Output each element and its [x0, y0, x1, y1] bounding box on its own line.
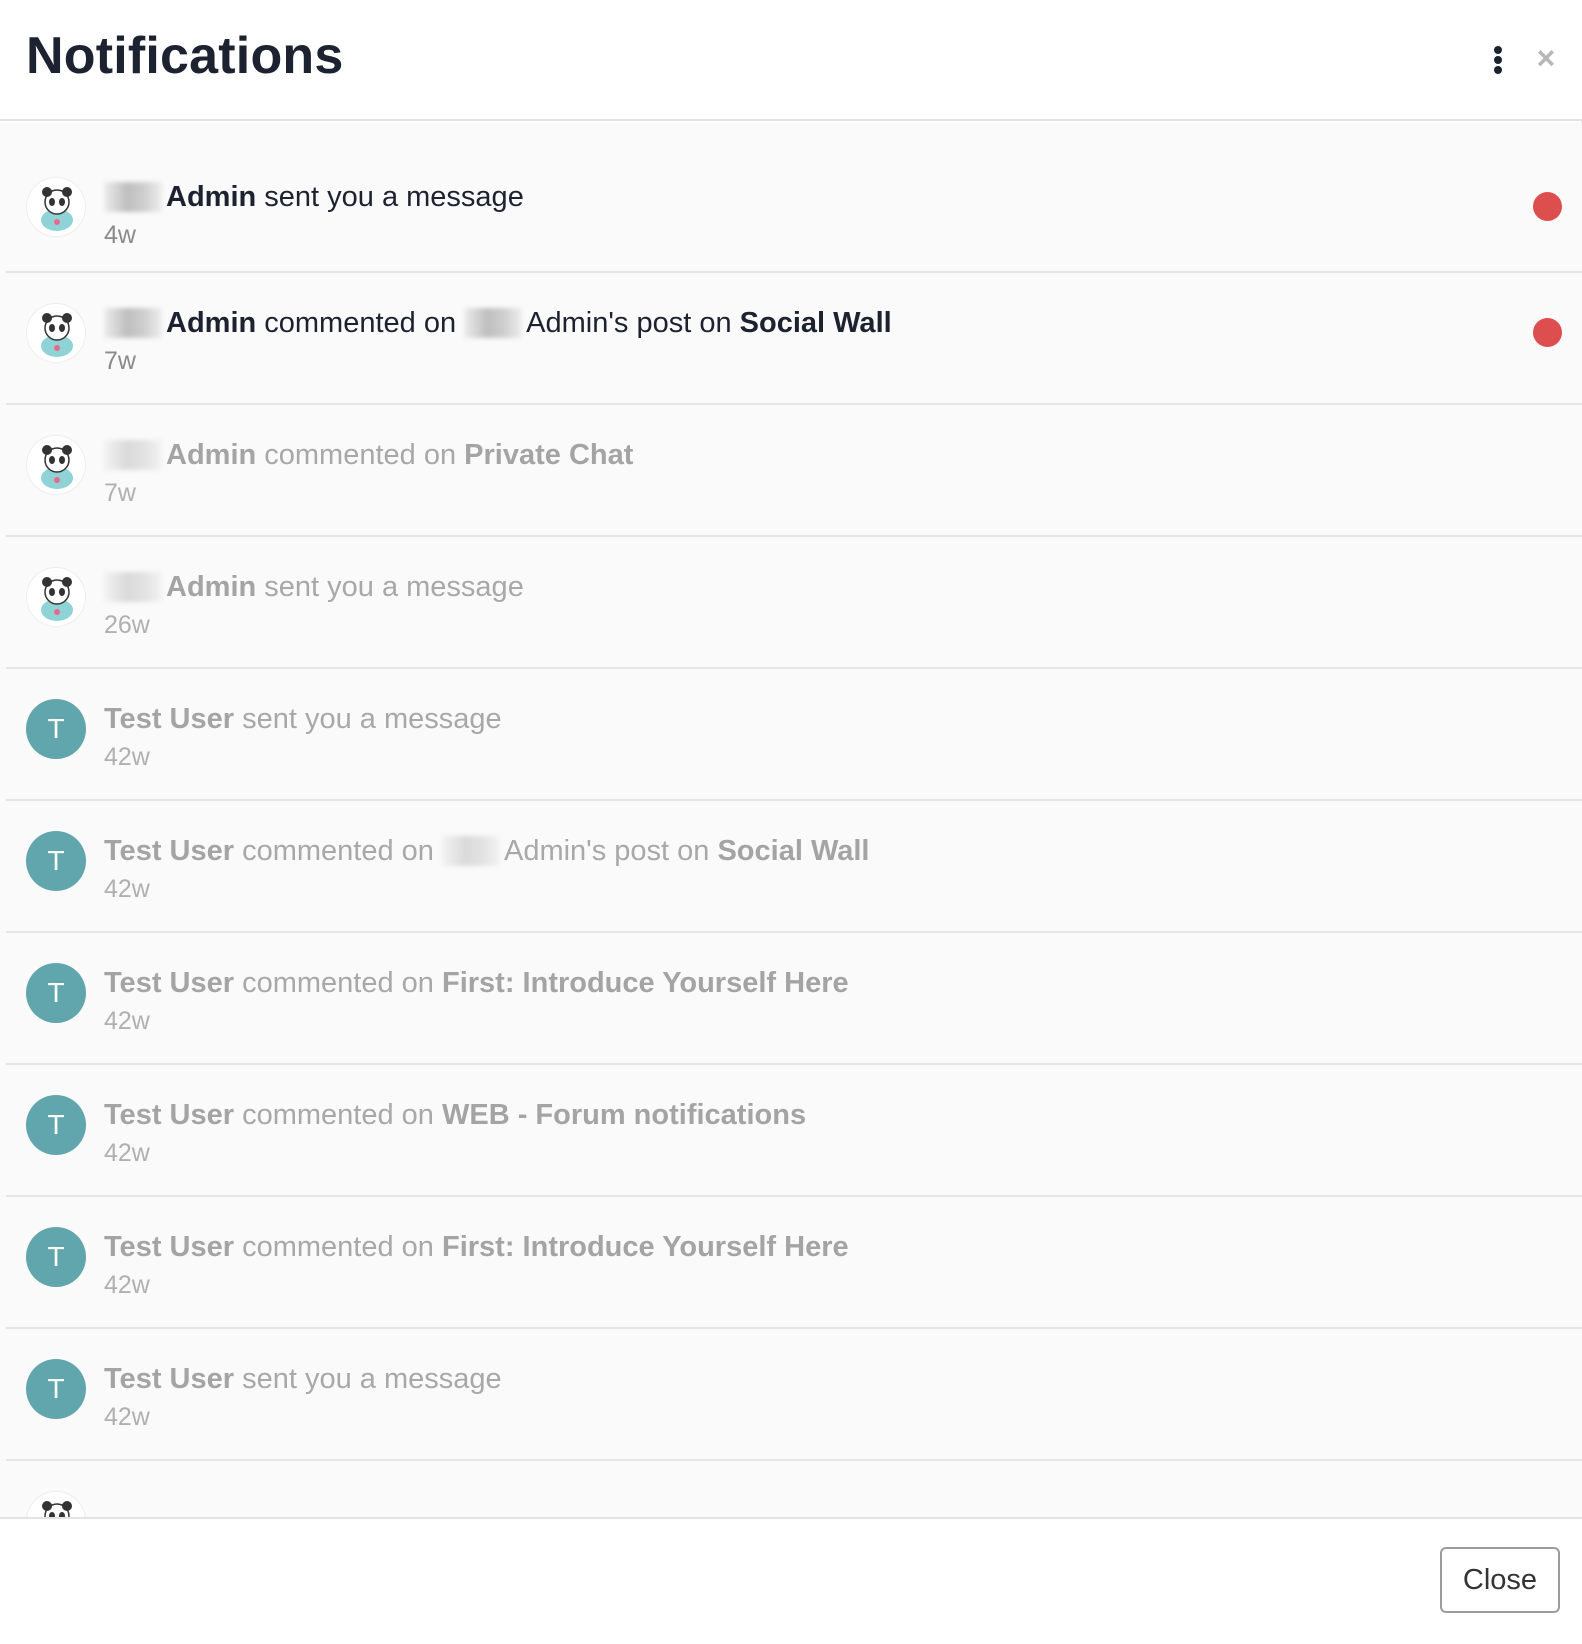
action-text: sent you a message	[234, 703, 502, 735]
actor-name: Test User	[104, 967, 235, 999]
action-text: sent you a message	[256, 181, 524, 213]
letter-avatar: T	[26, 1359, 86, 1419]
target-owner: Admin's post on	[526, 307, 740, 339]
panda-avatar	[26, 435, 86, 495]
actor-name: Test User	[104, 703, 235, 735]
actor-name: Test User	[104, 1231, 235, 1263]
actor-name: Test User	[104, 1363, 235, 1395]
panda-avatar	[26, 1491, 86, 1517]
notifications-modal: Notifications × Admin sent you a message…	[0, 0, 1582, 1644]
target-link[interactable]: Social Wall	[740, 307, 892, 339]
target-link[interactable]: First: Introduce Yourself Here	[442, 967, 849, 999]
action-text: sent you a message	[256, 571, 524, 603]
redacted-name	[464, 308, 523, 338]
actor-name: Admin	[166, 571, 257, 603]
actor-name: Test User	[104, 835, 235, 867]
action-text: sent you a message	[234, 1363, 502, 1395]
letter-avatar: T	[26, 1095, 86, 1155]
letter-avatar: T	[26, 831, 86, 891]
target-link[interactable]: Social Wall	[717, 835, 869, 867]
actor-name: Test User	[104, 1099, 235, 1131]
redacted-name	[104, 182, 162, 212]
notification-time: 42w	[104, 1403, 150, 1431]
notification-time: 26w	[104, 611, 150, 639]
notification-row[interactable]: Admin commented on Private Chat 7w	[6, 405, 1582, 537]
notification-row[interactable]	[6, 1461, 1582, 1517]
letter-avatar: T	[26, 963, 86, 1023]
notification-time: 7w	[104, 347, 136, 375]
letter-avatar: T	[26, 1227, 86, 1287]
letter-avatar: T	[26, 699, 86, 759]
action-text: commented on	[234, 967, 442, 999]
actor-name: Admin	[166, 439, 257, 471]
notification-text: Test User commented on Admin's post on S…	[104, 835, 870, 868]
notification-time: 7w	[104, 479, 136, 507]
kebab-menu-icon[interactable]	[1486, 42, 1510, 78]
notification-row[interactable]: Admin sent you a message 4w	[6, 141, 1582, 273]
notification-text: Test User commented on First: Introduce …	[104, 967, 849, 1000]
notification-row[interactable]: T Test User sent you a message 42w	[6, 1329, 1582, 1461]
panda-avatar	[26, 177, 86, 237]
notification-text: Admin commented on Private Chat	[104, 439, 633, 472]
action-text: commented on	[256, 307, 465, 339]
redacted-name	[441, 836, 500, 866]
action-text: commented on	[234, 835, 442, 867]
notification-time: 42w	[104, 875, 150, 903]
notification-text: Admin commented on Admin's post on Socia…	[104, 307, 892, 340]
panda-avatar	[26, 303, 86, 363]
target-owner: Admin's post on	[503, 835, 718, 867]
target-link[interactable]: First: Introduce Yourself Here	[442, 1231, 849, 1263]
notification-time: 4w	[104, 221, 136, 249]
notification-row[interactable]: Admin commented on Admin's post on Socia…	[6, 273, 1582, 405]
action-text: commented on	[234, 1231, 442, 1263]
panda-avatar	[26, 567, 86, 627]
notification-text: Test User sent you a message	[104, 1363, 502, 1396]
modal-footer: Close	[0, 1517, 1582, 1644]
notification-row[interactable]: T Test User commented on First: Introduc…	[6, 1197, 1582, 1329]
action-text: commented on	[234, 1099, 442, 1131]
notification-row[interactable]: T Test User commented on First: Introduc…	[6, 933, 1582, 1065]
notification-text: Test User commented on WEB - Forum notif…	[104, 1099, 806, 1132]
notification-row[interactable]: Admin sent you a message 26w	[6, 537, 1582, 669]
redacted-name	[104, 308, 162, 338]
unread-dot	[1533, 318, 1562, 347]
target-link[interactable]: Private Chat	[464, 439, 633, 471]
notification-time: 42w	[104, 1007, 150, 1035]
actor-name: Admin	[166, 181, 257, 213]
actor-name: Admin	[166, 307, 257, 339]
notification-text: Admin sent you a message	[104, 571, 524, 604]
notification-text: Test User commented on First: Introduce …	[104, 1231, 849, 1264]
notification-text: Admin sent you a message	[104, 181, 524, 214]
notification-list[interactable]: Admin sent you a message 4w Admin commen…	[0, 123, 1582, 1517]
unread-dot	[1533, 192, 1562, 221]
notification-row[interactable]: T Test User commented on Admin's post on…	[6, 801, 1582, 933]
close-button[interactable]: Close	[1440, 1547, 1560, 1613]
target-link[interactable]: WEB - Forum notifications	[442, 1099, 806, 1131]
notification-time: 42w	[104, 743, 150, 771]
redacted-name	[104, 440, 162, 470]
redacted-name	[104, 572, 162, 602]
notification-time: 42w	[104, 1271, 150, 1299]
close-icon[interactable]: ×	[1528, 40, 1564, 76]
notification-row[interactable]: T Test User sent you a message 42w	[6, 669, 1582, 801]
page-title: Notifications	[26, 27, 344, 85]
action-text: commented on	[256, 439, 465, 471]
notification-row[interactable]: T Test User commented on WEB - Forum not…	[6, 1065, 1582, 1197]
notification-text: Test User sent you a message	[104, 703, 502, 736]
notification-time: 42w	[104, 1139, 150, 1167]
modal-header: Notifications ×	[0, 0, 1582, 121]
